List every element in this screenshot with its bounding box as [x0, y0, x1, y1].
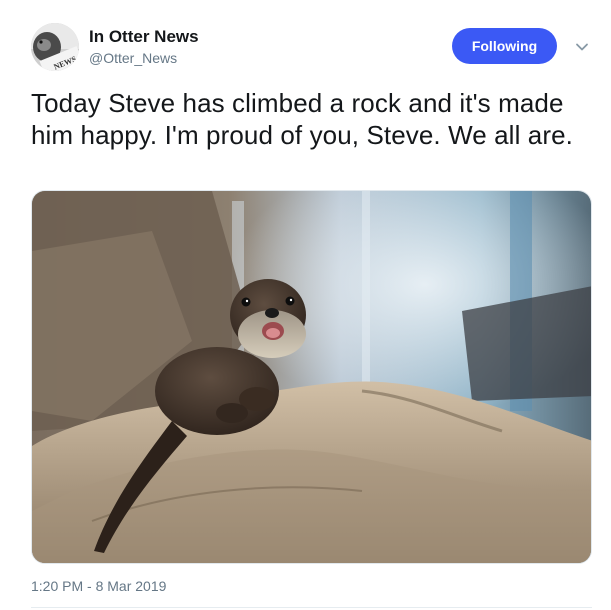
author-avatar[interactable]: NEWS: [31, 23, 79, 71]
photo-otter-on-rock-icon: [32, 191, 591, 563]
tweet-text: Today Steve has climbed a rock and it's …: [31, 88, 573, 150]
tweet-card: NEWS In Otter News @Otter_News Following…: [0, 0, 611, 610]
chevron-down-icon[interactable]: [573, 38, 591, 56]
following-button[interactable]: Following: [452, 28, 557, 64]
author-handle[interactable]: @Otter_News: [89, 49, 199, 67]
author-info: In Otter News @Otter_News: [89, 27, 199, 67]
tweet-photo[interactable]: [31, 190, 592, 564]
divider: [31, 607, 592, 608]
otter-news-avatar-icon: NEWS: [31, 23, 79, 71]
author-name[interactable]: In Otter News: [89, 27, 199, 47]
tweet-timestamp[interactable]: 1:20 PM - 8 Mar 2019: [31, 578, 166, 594]
